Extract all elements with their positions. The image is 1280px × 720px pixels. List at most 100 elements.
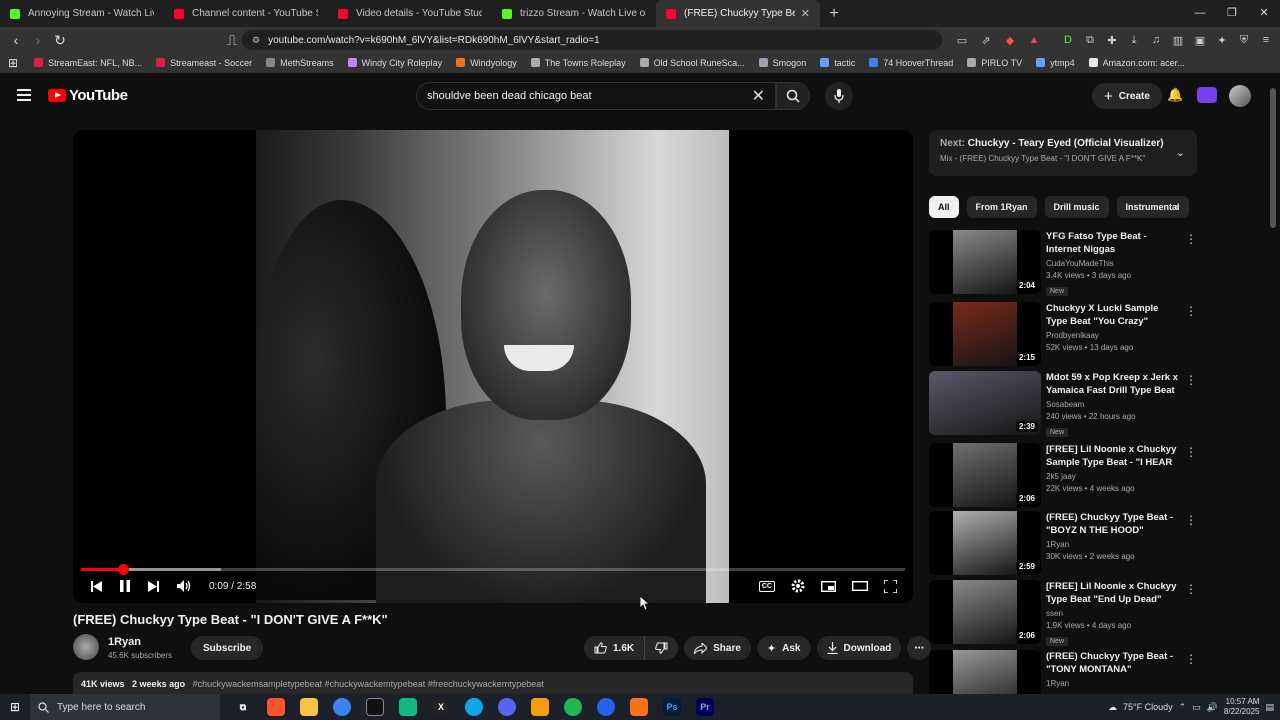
chevron-down-icon[interactable]: ⌄ — [1176, 146, 1185, 159]
filter-chip[interactable]: Drill music — [1044, 196, 1109, 218]
clear-search-icon[interactable]: ✕ — [752, 86, 765, 106]
extension-d-icon[interactable]: D — [1060, 34, 1076, 47]
brave-rewards-icon[interactable]: ▲ — [1026, 34, 1042, 47]
recommended-title[interactable]: (FREE) Chuckyy Type Beat - "BOYZ N THE H… — [1046, 511, 1178, 537]
video-player[interactable]: 0:09 / 2:58 CC — [73, 130, 913, 603]
recommended-title[interactable]: [FREE] Lil Noonie x Chuckyy Sample Type … — [1046, 443, 1178, 469]
browser-tab[interactable]: Annoying Stream - Watch Live on Kick — [0, 0, 164, 27]
download-button[interactable]: Download — [816, 636, 902, 660]
recommended-title[interactable]: [FREE] Lil Noonie x Chuckyy Type Beat "E… — [1046, 580, 1178, 606]
recommended-video[interactable]: 2:06 [FREE] Lil Noonie x Chuckyy Sample T… — [929, 443, 1199, 509]
fullscreen-icon[interactable] — [884, 579, 897, 593]
more-vertical-icon[interactable]: ⋮ — [1185, 652, 1197, 666]
channel-avatar[interactable] — [73, 634, 99, 660]
account-avatar[interactable] — [1229, 85, 1251, 107]
minimize-icon[interactable]: — — [1184, 0, 1216, 27]
guide-menu-icon[interactable] — [17, 89, 31, 104]
video-thumbnail[interactable]: 2:39 — [929, 371, 1041, 435]
photoshop-icon[interactable]: Ps — [663, 698, 681, 716]
hashtags[interactable]: #chuckywackemsampletypebeat #chuckywacke… — [193, 679, 544, 689]
bookmark-item[interactable]: 74 HooverThread — [869, 58, 953, 68]
forward-icon[interactable]: › — [28, 32, 48, 48]
channel-name[interactable]: 1Ryan — [108, 636, 141, 648]
menu-icon[interactable]: ≡ — [1258, 34, 1274, 47]
more-vertical-icon[interactable]: ⋮ — [1185, 445, 1197, 459]
sidebar-toggle-icon[interactable]: ▥ — [1170, 34, 1186, 47]
extensions-icon[interactable]: ⧉ — [1082, 34, 1098, 47]
reload-icon[interactable]: ↻ — [50, 32, 70, 49]
video-thumbnail[interactable]: 2:15 — [929, 302, 1041, 366]
cast-icon[interactable]: ▭ — [954, 34, 970, 47]
brave-shields-icon[interactable]: ◆ — [1002, 34, 1018, 47]
bookmark-item[interactable]: Windy City Roleplay — [347, 58, 442, 68]
recommended-channel[interactable]: 1Ryan — [1046, 679, 1178, 688]
bookmark-icon[interactable]: ⎍ — [222, 32, 242, 49]
previous-icon[interactable] — [91, 580, 102, 592]
x-app-icon[interactable]: X — [432, 698, 450, 716]
recommended-channel[interactable]: ssen — [1046, 609, 1178, 618]
dislike-button[interactable] — [645, 636, 679, 660]
share-button[interactable]: Share — [684, 636, 751, 660]
captions-icon[interactable]: CC — [758, 580, 775, 592]
recommended-title[interactable]: Mdot 59 x Pop Kreep x Jerk x Yamaica Fas… — [1046, 371, 1178, 397]
more-vertical-icon[interactable]: ⋮ — [1185, 373, 1197, 387]
recommended-video[interactable]: 2:04 YFG Fatso Type Beat - Internet Nigga… — [929, 230, 1199, 296]
video-thumbnail[interactable]: 2:06 — [929, 443, 1041, 507]
edge-icon[interactable] — [465, 698, 483, 716]
bookmark-item[interactable]: ytmp4 — [1036, 58, 1075, 68]
miniplayer-icon[interactable] — [821, 580, 836, 592]
chevron-right-icon[interactable]: › — [1175, 200, 1179, 214]
browser-tab[interactable]: (FREE) Chuckyy Type Beat - "I✕ — [656, 0, 820, 27]
recommended-channel[interactable]: Prodbyenikaay — [1046, 331, 1178, 340]
windows-start-icon[interactable]: ⊞ — [0, 700, 30, 714]
bookmark-item[interactable]: tactic — [820, 58, 855, 68]
recommended-channel[interactable]: 1Ryan — [1046, 540, 1178, 549]
spotify-icon[interactable] — [564, 698, 582, 716]
page-scrollbar[interactable] — [1270, 88, 1276, 228]
bookmark-item[interactable]: StreamEast: NFL, NB... — [34, 58, 142, 68]
capcut-icon[interactable] — [366, 698, 384, 716]
bookmark-item[interactable]: MethStreams — [266, 58, 334, 68]
create-button[interactable]: + Create — [1092, 83, 1162, 109]
network-icon[interactable]: ▭ — [1192, 702, 1201, 713]
youtube-logo[interactable]: YouTube — [48, 87, 128, 104]
browser-tab[interactable]: Video details - YouTube Studio — [328, 0, 492, 27]
restore-icon[interactable]: ❐ — [1216, 0, 1248, 27]
kick-app-icon[interactable] — [399, 698, 417, 716]
new-tab-icon[interactable]: + — [820, 0, 848, 27]
up-next-panel[interactable]: Next: Chuckyy - Teary Eyed (Official Vis… — [929, 130, 1197, 176]
weather-icon[interactable]: ☁ — [1108, 702, 1117, 713]
task-view-icon[interactable]: ⧉ — [234, 698, 252, 716]
close-tab-icon[interactable]: ✕ — [795, 7, 810, 20]
share-page-icon[interactable]: ⇗ — [978, 34, 994, 47]
bookmark-item[interactable]: The Towns Roleplay — [530, 58, 626, 68]
wallet-icon[interactable]: ▣ — [1192, 34, 1208, 47]
more-vertical-icon[interactable]: ⋮ — [1185, 232, 1197, 246]
chrome-icon[interactable] — [333, 698, 351, 716]
search-button[interactable] — [776, 82, 810, 110]
theater-mode-icon[interactable] — [852, 581, 868, 591]
notifications-icon[interactable]: ▤ — [1265, 702, 1274, 713]
recommended-title[interactable]: YFG Fatso Type Beat - Internet Niggas — [1046, 230, 1178, 256]
voice-search-button[interactable] — [825, 82, 853, 110]
bookmark-item[interactable]: PIRLO TV — [967, 58, 1022, 68]
download-icon[interactable]: ⤓ — [1126, 34, 1142, 47]
game-controller-icon[interactable] — [531, 698, 549, 716]
bookmark-item[interactable]: Old School RuneSca... — [639, 58, 745, 68]
search-input[interactable]: shouldve been dead chicago beat ✕ — [416, 82, 776, 110]
close-window-icon[interactable]: ✕ — [1248, 0, 1280, 27]
more-vertical-icon[interactable]: ⋮ — [1185, 513, 1197, 527]
filter-chip[interactable]: All — [929, 196, 959, 218]
url-bar[interactable]: ⚙ youtube.com/watch?v=k690hM_6lVY&list=R… — [242, 30, 942, 50]
browser-tab[interactable]: Channel content - YouTube Studio — [164, 0, 328, 27]
file-explorer-icon[interactable] — [300, 698, 318, 716]
taskbar-search[interactable]: Type here to search — [30, 694, 220, 720]
recommended-title[interactable]: Chuckyy X Lucki Sample Type Beat "You Cr… — [1046, 302, 1178, 328]
tray-overflow-icon[interactable]: ⌃ — [1179, 702, 1187, 713]
bookmark-item[interactable]: Amazon.com: acer... — [1088, 58, 1185, 68]
more-actions-button[interactable]: ⋯ — [907, 636, 932, 660]
video-thumbnail[interactable]: 2:59 — [929, 511, 1041, 575]
bookmark-item[interactable]: Smogon — [758, 58, 806, 68]
more-vertical-icon[interactable]: ⋮ — [1185, 582, 1197, 596]
next-icon[interactable] — [148, 580, 159, 592]
